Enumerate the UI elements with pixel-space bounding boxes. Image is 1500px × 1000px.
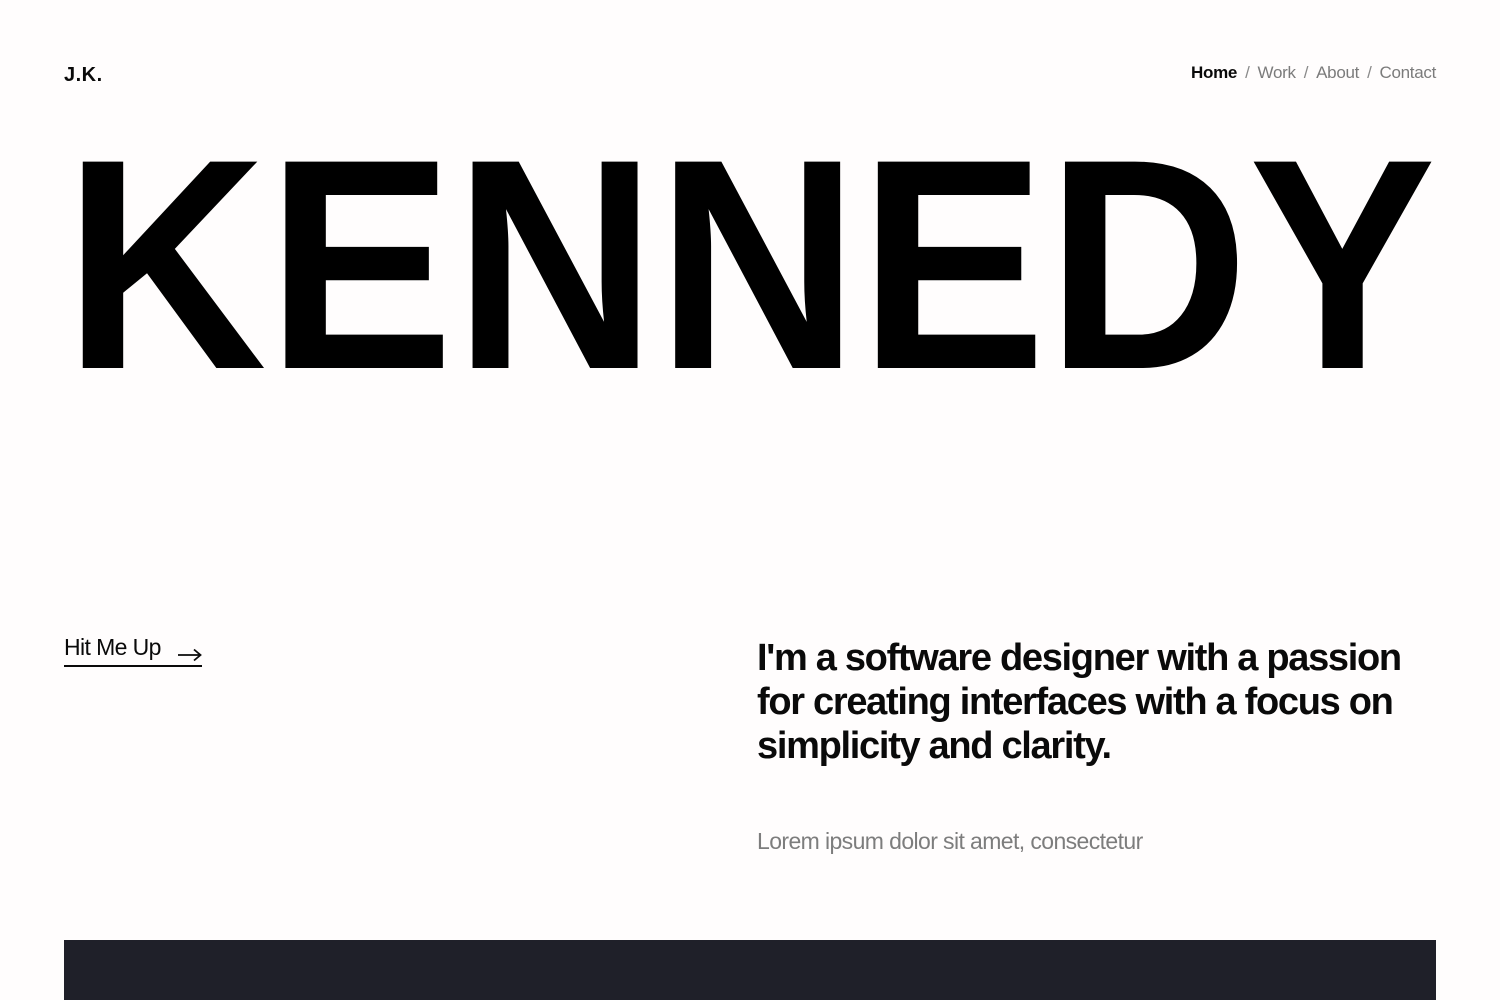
nav-separator: / xyxy=(1367,63,1372,82)
intro-tagline: I'm a software designer with a passion f… xyxy=(757,637,1402,767)
main-nav: Home / Work / About / Contact xyxy=(1191,63,1436,83)
nav-about-link[interactable]: About xyxy=(1316,63,1359,83)
nav-separator: / xyxy=(1303,63,1309,82)
cta-label: Hit Me Up xyxy=(64,634,161,660)
nav-contact-link[interactable]: Contact xyxy=(1380,63,1437,83)
hero-title-svg: KENNEDY xyxy=(64,148,1436,370)
hero-title-text: KENNEDY xyxy=(64,148,1436,370)
intro-subtext: Lorem ipsum dolor sit amet, consectetur xyxy=(757,828,1143,854)
nav-home-link[interactable]: Home xyxy=(1191,63,1237,83)
nav-work-link[interactable]: Work xyxy=(1258,63,1296,83)
site-logo[interactable]: J.K. xyxy=(64,64,103,87)
page: J.K. Home / Work / About / Contact KENNE… xyxy=(0,0,1500,1000)
nav-separator: / xyxy=(1245,63,1250,82)
dark-section xyxy=(64,940,1436,1000)
arrow-right-icon xyxy=(177,641,202,661)
hero-title: KENNEDY xyxy=(64,148,1436,370)
hit-me-up-link[interactable]: Hit Me Up xyxy=(64,634,202,667)
